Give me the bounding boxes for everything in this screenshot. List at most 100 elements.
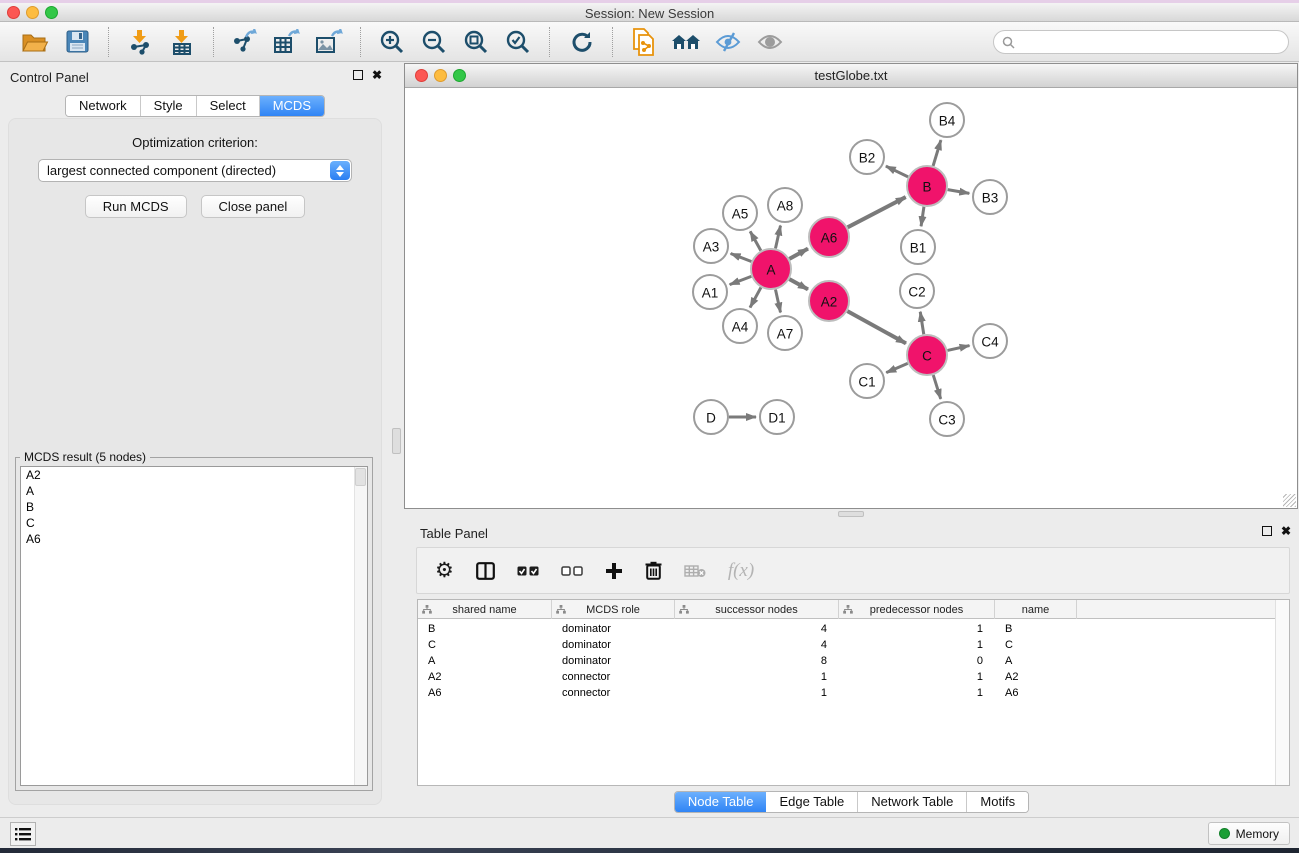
table-row[interactable]: A2connector11A2 <box>418 669 1077 685</box>
graph-edge-A-A3[interactable] <box>731 254 752 262</box>
graph-edge-C-C1[interactable] <box>886 363 907 372</box>
graph-edge-B-B3[interactable] <box>948 190 970 194</box>
graph-node-label: A8 <box>777 199 794 214</box>
search-field[interactable] <box>993 30 1289 54</box>
tab-edge-table[interactable]: Edge Table <box>766 792 858 812</box>
duplicate-network-icon[interactable] <box>623 25 665 59</box>
float-table-panel-icon[interactable] <box>1262 526 1272 536</box>
graph-edge-A-A6[interactable] <box>789 249 808 259</box>
graph-node-label: B2 <box>859 151 876 166</box>
column-header-name[interactable]: name <box>995 600 1077 619</box>
open-file-icon[interactable] <box>14 25 56 59</box>
graph-node-label: A6 <box>821 231 838 246</box>
graph-edge-A-A8[interactable] <box>775 226 780 249</box>
network-canvas[interactable]: B4B2BB3A8A5A6A3B1AA1C2A2A4A7C4CC1C3DD1 <box>405 88 1297 508</box>
graph-edge-C-C4[interactable] <box>947 346 969 351</box>
graph-edge-A-A7[interactable] <box>775 290 780 313</box>
tab-mcds[interactable]: MCDS <box>260 96 324 116</box>
table-row[interactable]: Adominator80A <box>418 653 1077 669</box>
columns-icon[interactable] <box>476 562 495 580</box>
tab-style[interactable]: Style <box>141 96 197 116</box>
graph-edge-A6-B[interactable] <box>848 197 906 227</box>
network-window-titlebar[interactable]: testGlobe.txt <box>405 64 1297 88</box>
column-header-predecessor-nodes[interactable]: predecessor nodes <box>839 600 995 619</box>
memory-button[interactable]: Memory <box>1208 822 1290 845</box>
vertical-splitter-grip[interactable] <box>392 428 401 454</box>
graph-edge-A-A5[interactable] <box>750 231 761 250</box>
result-item[interactable]: A2 <box>21 467 367 483</box>
graph-edge-B-B2[interactable] <box>886 166 908 177</box>
graph-edge-C-C2[interactable] <box>920 312 924 335</box>
close-panel-button[interactable]: Close panel <box>201 195 306 218</box>
tab-node-table[interactable]: Node Table <box>675 792 767 812</box>
home-neighbors-icon[interactable] <box>665 25 707 59</box>
tree-icon <box>843 605 853 614</box>
import-table-icon[interactable] <box>161 25 203 59</box>
table-cell: 8 <box>675 653 839 669</box>
graph-edge-A-A2[interactable] <box>789 279 808 289</box>
result-item[interactable]: A6 <box>21 531 367 547</box>
graph-edge-A-A1[interactable] <box>730 276 752 284</box>
criterion-dropdown[interactable]: largest connected component (directed) <box>38 159 352 182</box>
graph-edge-B-B4[interactable] <box>933 140 941 166</box>
graph-edge-A2-C[interactable] <box>847 311 906 343</box>
float-panel-icon[interactable] <box>353 70 363 80</box>
toolbar-separator <box>108 27 109 57</box>
hide-graphics-icon[interactable] <box>707 25 749 59</box>
table-row[interactable]: Bdominator41B <box>418 621 1077 637</box>
result-scrollbar[interactable] <box>354 467 367 785</box>
result-item[interactable]: C <box>21 515 367 531</box>
tab-select[interactable]: Select <box>197 96 260 116</box>
task-history-button[interactable] <box>10 822 36 846</box>
show-graphics-icon[interactable] <box>749 25 791 59</box>
add-column-icon[interactable] <box>605 562 623 580</box>
save-session-icon[interactable] <box>56 25 98 59</box>
column-header-MCDS-role[interactable]: MCDS role <box>552 600 675 619</box>
graph-node-label: B3 <box>982 191 999 206</box>
resize-grip-icon[interactable] <box>1283 494 1296 507</box>
table-cell: A2 <box>995 669 1077 685</box>
gear-icon[interactable]: ⚙ <box>435 558 454 583</box>
mcds-result-list[interactable]: A2ABCA6 <box>20 466 368 786</box>
column-header-successor-nodes[interactable]: successor nodes <box>675 600 839 619</box>
delete-column-icon[interactable] <box>645 561 662 580</box>
horizontal-splitter-grip[interactable] <box>838 511 864 517</box>
optimization-criterion-label: Optimization criterion: <box>9 135 381 150</box>
export-network-icon[interactable] <box>224 25 266 59</box>
table-cell: 4 <box>675 637 839 653</box>
control-panel: Control Panel ✖ NetworkStyleSelectMCDS O… <box>0 62 390 817</box>
run-mcds-button[interactable]: Run MCDS <box>85 195 187 218</box>
refresh-icon[interactable] <box>560 25 602 59</box>
zoom-in-icon[interactable] <box>371 25 413 59</box>
export-image-icon[interactable] <box>308 25 350 59</box>
tab-network-table[interactable]: Network Table <box>858 792 967 812</box>
export-table-icon[interactable] <box>266 25 308 59</box>
network-graph[interactable]: B4B2BB3A8A5A6A3B1AA1C2A2A4A7C4CC1C3DD1 <box>405 88 1297 508</box>
zoom-fit-icon[interactable] <box>455 25 497 59</box>
graph-edge-B-B1[interactable] <box>921 207 924 226</box>
result-item[interactable]: B <box>21 499 367 515</box>
table-row[interactable]: A6connector11A6 <box>418 685 1077 701</box>
search-input[interactable] <box>1020 35 1288 49</box>
table-row[interactable]: Cdominator41C <box>418 637 1077 653</box>
table-cell: 1 <box>675 685 839 701</box>
zoom-selected-icon[interactable] <box>497 25 539 59</box>
tab-motifs[interactable]: Motifs <box>967 792 1028 812</box>
graph-edge-A-A4[interactable] <box>750 287 761 307</box>
deselect-all-icon[interactable] <box>561 566 583 576</box>
select-all-icon[interactable] <box>517 566 539 576</box>
table-panel-title: Table Panel <box>420 526 488 541</box>
table-panel: Table Panel ✖ ⚙ f(x) <box>404 518 1299 817</box>
table-scrollbar[interactable] <box>1275 600 1289 785</box>
graph-node-label: D1 <box>768 411 785 426</box>
column-header-shared-name[interactable]: shared name <box>418 600 552 619</box>
result-item[interactable]: A <box>21 483 367 499</box>
close-panel-icon[interactable]: ✖ <box>372 70 382 80</box>
import-network-icon[interactable] <box>119 25 161 59</box>
graph-edge-C-C3[interactable] <box>933 375 940 399</box>
zoom-out-icon[interactable] <box>413 25 455 59</box>
node-table[interactable]: shared nameMCDS rolesuccessor nodesprede… <box>417 599 1290 786</box>
criterion-value: largest connected component (directed) <box>47 160 276 182</box>
tab-network[interactable]: Network <box>66 96 141 116</box>
close-table-panel-icon[interactable]: ✖ <box>1281 526 1291 536</box>
